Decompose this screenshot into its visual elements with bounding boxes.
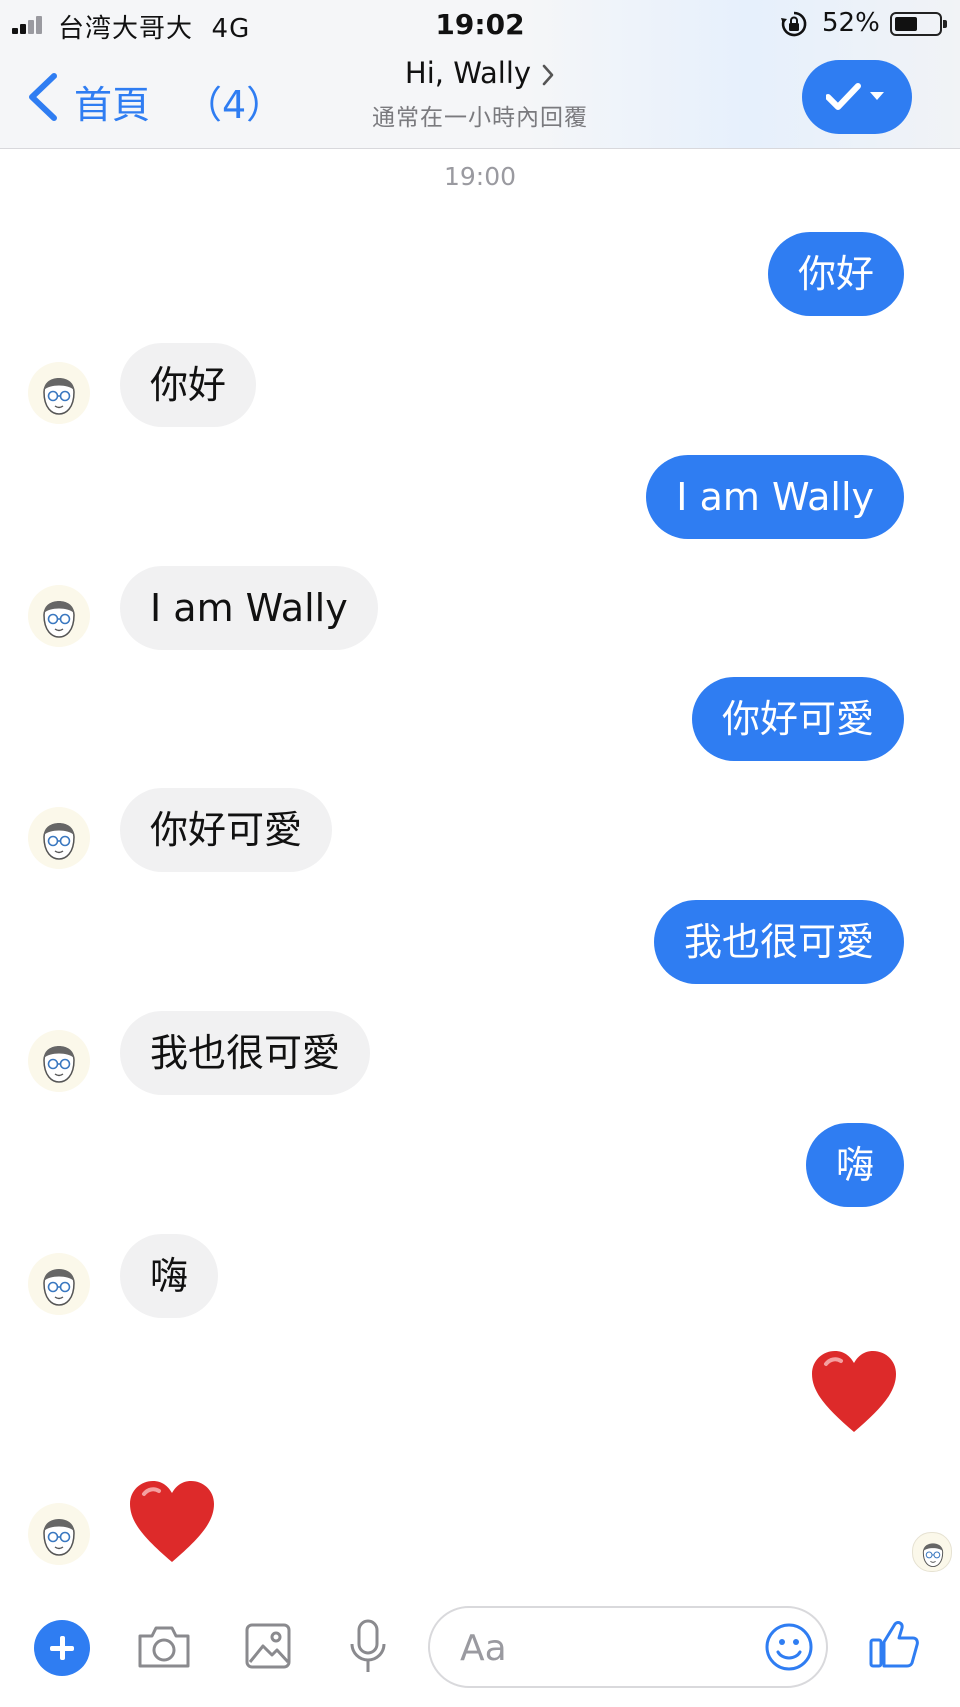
outgoing-message[interactable]: 你好 — [767, 232, 904, 316]
status-time: 19:02 — [435, 8, 525, 41]
chevron-right-icon — [542, 64, 554, 86]
incoming-message[interactable]: I am Wally — [120, 566, 378, 650]
battery-percent: 52% — [822, 8, 880, 38]
heart-icon[interactable] — [126, 1478, 218, 1568]
image-icon[interactable] — [244, 1622, 292, 1670]
message-input[interactable] — [458, 1622, 742, 1674]
heart-icon[interactable] — [808, 1348, 900, 1438]
incoming-message[interactable]: 嗨 — [120, 1234, 219, 1318]
face-icon — [43, 1046, 75, 1083]
plus-icon[interactable] — [34, 1620, 90, 1676]
outgoing-message[interactable]: 你好可愛 — [691, 677, 904, 761]
face-icon — [43, 1519, 75, 1556]
avatar[interactable] — [28, 362, 90, 424]
checkmark-dropdown-icon — [826, 83, 884, 110]
incoming-message[interactable]: 你好 — [120, 343, 257, 427]
face-icon — [922, 1543, 944, 1568]
battery-icon — [890, 12, 947, 36]
avatar[interactable] — [28, 807, 90, 869]
status-bar: 台湾大哥大 4G 19:02 52% — [0, 0, 960, 48]
avatar[interactable] — [28, 1253, 90, 1315]
outgoing-message[interactable]: I am Wally — [646, 455, 904, 539]
face-icon — [43, 378, 75, 415]
incoming-message[interactable]: 你好可愛 — [120, 788, 333, 872]
rotation-lock-icon — [781, 11, 807, 37]
page-title[interactable]: Hi, Wally — [405, 56, 531, 90]
face-icon — [43, 601, 75, 638]
battery-fill — [895, 17, 917, 31]
outgoing-message[interactable]: 嗨 — [805, 1123, 904, 1207]
face-icon — [43, 823, 75, 860]
message-input-box[interactable] — [428, 1606, 828, 1688]
outgoing-message[interactable]: 我也很可愛 — [653, 900, 904, 984]
avatar[interactable] — [28, 585, 90, 647]
message-timestamp: 19:00 — [443, 162, 517, 191]
mark-resolved-button[interactable] — [802, 60, 912, 134]
seen-indicator-avatar — [912, 1532, 952, 1572]
camera-icon[interactable] — [136, 1622, 192, 1670]
avatar[interactable] — [28, 1030, 90, 1092]
microphone-icon[interactable] — [348, 1618, 388, 1674]
face-icon — [43, 1269, 75, 1306]
avatar[interactable] — [28, 1503, 90, 1565]
thumbs-up-icon[interactable] — [868, 1618, 920, 1670]
top-bar: 台湾大哥大 4G 19:02 52% 首頁 （4） Hi, Wally 通常在一… — [0, 0, 960, 149]
incoming-message[interactable]: 我也很可愛 — [120, 1011, 371, 1095]
emoji-icon[interactable] — [764, 1622, 814, 1672]
